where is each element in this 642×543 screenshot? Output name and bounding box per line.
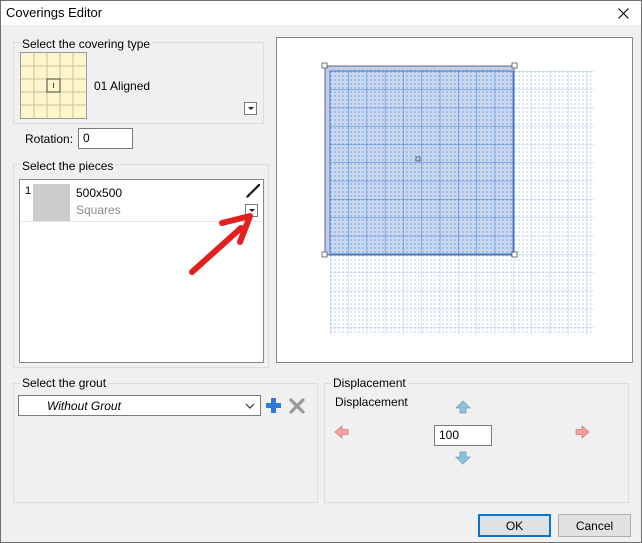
grout-select[interactable]: Without Grout <box>18 395 261 416</box>
arrow-up-icon[interactable] <box>455 400 471 414</box>
covering-type-thumbnail[interactable] <box>20 52 87 119</box>
piece-name: 500x500 <box>76 186 123 200</box>
chevron-down-icon <box>247 107 254 110</box>
plus-icon[interactable] <box>265 397 282 414</box>
grout-group-label: Select the grout <box>20 376 109 390</box>
grout-select-value: Without Grout <box>47 399 121 413</box>
covering-type-group-label: Select the covering type <box>20 37 153 51</box>
annotation-arrow <box>189 213 253 275</box>
displacement-input[interactable]: 100 <box>434 425 492 446</box>
covering-preview-canvas[interactable] <box>276 37 633 363</box>
chevron-down-icon <box>245 403 255 409</box>
coverings-editor-window: Coverings Editor Select the covering typ… <box>0 0 642 543</box>
tile-preview-grid <box>321 62 594 335</box>
title-bar: Coverings Editor <box>1 1 641 25</box>
window-title: Coverings Editor <box>6 5 103 20</box>
ok-button[interactable]: OK <box>478 514 551 537</box>
piece-swatch <box>33 184 70 221</box>
covering-type-dropdown-button[interactable] <box>244 102 257 115</box>
displacement-label: Displacement <box>335 395 408 409</box>
x-icon[interactable] <box>289 398 305 414</box>
close-button[interactable] <box>605 1 641 25</box>
displacement-group-label: Displacement <box>331 376 408 390</box>
aligned-pattern-icon <box>21 53 86 118</box>
arrow-down-icon[interactable] <box>455 451 471 465</box>
rotation-input[interactable]: 0 <box>78 128 133 149</box>
piece-subtitle: Squares <box>76 203 121 217</box>
pieces-group-label: Select the pieces <box>20 159 116 173</box>
rotation-label: Rotation: <box>25 132 74 146</box>
close-icon <box>617 7 629 19</box>
arrow-left-icon[interactable] <box>334 425 349 439</box>
brush-icon[interactable] <box>245 184 260 199</box>
arrow-right-icon[interactable] <box>575 425 590 439</box>
cancel-button[interactable]: Cancel <box>558 514 631 537</box>
piece-index: 1 <box>25 185 32 197</box>
covering-type-name: 01 Aligned <box>94 79 151 93</box>
